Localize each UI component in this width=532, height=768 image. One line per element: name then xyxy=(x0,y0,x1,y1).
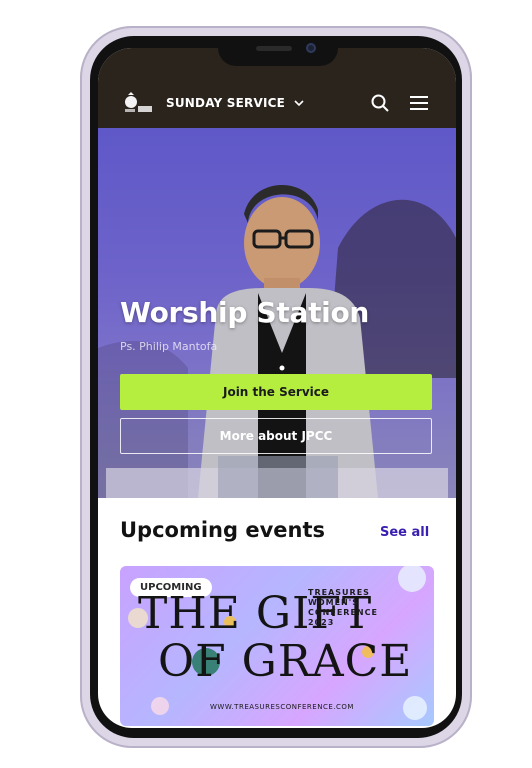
service-dropdown-label: SUNDAY SERVICE xyxy=(166,96,286,110)
hero-title: Worship Station xyxy=(120,296,370,329)
event-organizer-line: CONFERENCE xyxy=(308,608,378,617)
event-card[interactable]: UPCOMING THE GIFT OF GRACE TREASURES WOM… xyxy=(120,566,434,726)
app-screen: SUNDAY SERVICE Worship Station Ps. Phili… xyxy=(98,48,456,728)
event-organizer: TREASURES WOMEN'S CONFERENCE 2023 xyxy=(308,588,418,628)
event-organizer-line: WOMEN'S xyxy=(308,598,359,607)
event-title-line2: OF GRACE xyxy=(158,636,413,687)
logo-icon[interactable] xyxy=(120,92,154,118)
chevron-down-icon xyxy=(294,100,304,107)
hero-subtitle: Ps. Philip Mantofa xyxy=(120,340,218,353)
service-dropdown[interactable]: SUNDAY SERVICE xyxy=(166,93,305,113)
events-heading: Upcoming events xyxy=(120,518,325,542)
phone-notch xyxy=(218,36,338,66)
camera-icon xyxy=(306,43,316,53)
event-url: WWW.TREASURESCONFERENCE.COM xyxy=(210,703,354,711)
see-all-link[interactable]: See all xyxy=(380,525,429,540)
speaker-grille xyxy=(256,46,292,51)
search-icon[interactable] xyxy=(370,93,390,113)
event-organizer-line: 2023 xyxy=(308,618,335,627)
more-about-button[interactable]: More about JPCC xyxy=(120,418,432,454)
join-service-button[interactable]: Join the Service xyxy=(120,374,432,410)
event-organizer-line: TREASURES xyxy=(308,588,370,597)
menu-icon[interactable] xyxy=(410,95,428,111)
hero-banner: Worship Station Ps. Philip Mantofa Join … xyxy=(98,128,456,498)
